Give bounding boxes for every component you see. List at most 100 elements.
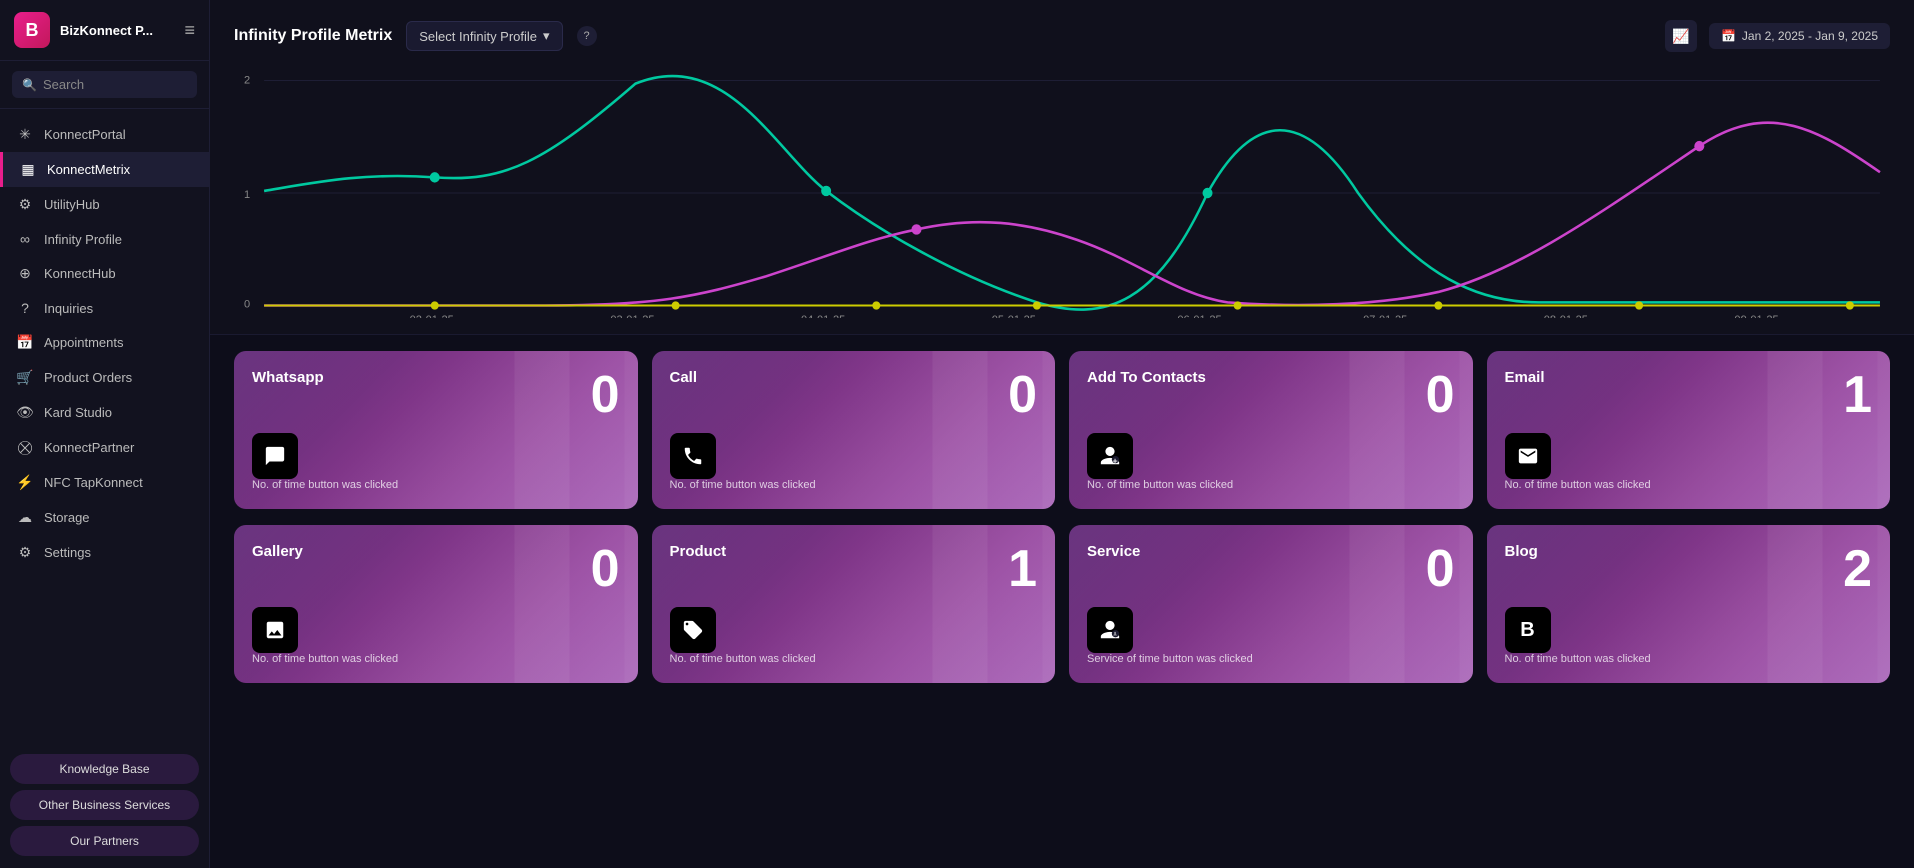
chevron-down-icon: ▾ [543,28,550,44]
date-range-label: Jan 2, 2025 - Jan 9, 2025 [1742,29,1878,43]
svg-text:03-01-25: 03-01-25 [610,314,654,318]
help-icon[interactable]: ? [577,26,597,46]
sidebar-item-konnect-hub[interactable]: ⊕ KonnectHub [0,256,209,291]
app-title: BizKonnect P... [60,23,174,38]
chart-svg: 2 1 0 [234,68,1890,318]
card-count-gallery: 0 [591,543,620,595]
metric-card-add-to-contacts: Add To Contacts 0 No. of time button was… [1069,351,1473,509]
sidebar-item-settings[interactable]: ⚙ Settings [0,535,209,570]
sidebar-item-storage[interactable]: ☁ Storage [0,500,209,535]
nav-icon-storage: ☁ [16,509,34,526]
footer-btn-our-partners[interactable]: Our Partners [10,826,199,856]
date-range-button[interactable]: 📅 Jan 2, 2025 - Jan 9, 2025 [1709,23,1890,49]
nav-icon-konnect-metrix: ▦ [19,161,37,178]
nav-label-konnect-metrix: KonnectMetrix [47,162,130,177]
svg-text:09-01-25: 09-01-25 [1734,314,1778,318]
card-subtitle-blog: No. of time button was clicked [1505,653,1873,665]
card-icon-call [670,433,716,479]
search-container: 🔍 [0,61,209,109]
svg-text:06-01-25: 06-01-25 [1177,314,1221,318]
nav-icon-product-orders: 🛒 [16,369,34,386]
card-count-email: 1 [1843,369,1872,421]
card-icon-add-to-contacts [1087,433,1133,479]
metric-card-call: Call 0 No. of time button was clicked [652,351,1056,509]
footer-btn-other-business-services[interactable]: Other Business Services [10,790,199,820]
sidebar-footer: Knowledge Base Other Business Services Our… [0,746,209,868]
card-subtitle-product: No. of time button was clicked [670,653,1038,665]
card-count-product: 1 [1008,543,1037,595]
card-icon-blog: B [1505,607,1551,653]
card-count-blog: 2 [1843,543,1872,595]
sidebar-nav: ✳ KonnectPortal ▦ KonnectMetrix ⚙ Utilit… [0,109,209,746]
nav-label-utility-hub: UtilityHub [44,197,100,212]
card-subtitle-gallery: No. of time button was clicked [252,653,620,665]
nav-label-konnect-partner: KonnectPartner [44,440,134,455]
chart-type-icon[interactable]: 📈 [1665,20,1697,52]
nav-icon-kard-studio: 👁 [16,404,34,421]
card-label-service: Service [1087,543,1140,560]
svg-text:05-01-25: 05-01-25 [992,314,1036,318]
nav-icon-settings: ⚙ [16,544,34,561]
nav-icon-utility-hub: ⚙ [16,196,34,213]
footer-btn-knowledge-base[interactable]: Knowledge Base [10,754,199,784]
nav-icon-konnect-hub: ⊕ [16,265,34,282]
metric-card-blog: Blog 2 B No. of time button was clicked [1487,525,1891,683]
metric-card-whatsapp: Whatsapp 0 No. of time button was clicke… [234,351,638,509]
select-profile-label: Select Infinity Profile [419,29,537,44]
sidebar-item-konnect-portal[interactable]: ✳ KonnectPortal [0,117,209,152]
nav-label-infinity-profile: Infinity Profile [44,232,122,247]
card-subtitle-email: No. of time button was clicked [1505,479,1873,491]
chart-section: Infinity Profile Metrix Select Infinity … [210,0,1914,335]
card-count-add-to-contacts: 0 [1426,369,1455,421]
sidebar-item-inquiries[interactable]: ? Inquiries [0,291,209,325]
sidebar-item-konnect-partner[interactable]: ⛒ KonnectPartner [0,430,209,465]
metric-card-email: Email 1 No. of time button was clicked [1487,351,1891,509]
nav-label-kard-studio: Kard Studio [44,405,112,420]
sidebar-item-utility-hub[interactable]: ⚙ UtilityHub [0,187,209,222]
nav-icon-konnect-partner: ⛒ [16,439,34,456]
metric-cards-row2: Gallery 0 No. of time button was clicked… [210,525,1914,699]
select-profile-button[interactable]: Select Infinity Profile ▾ [406,21,562,51]
sidebar-header: B BizKonnect P... ≡ [0,0,209,61]
card-count-service: 0 [1426,543,1455,595]
nav-label-konnect-portal: KonnectPortal [44,127,126,142]
card-icon-email [1505,433,1551,479]
card-label-blog: Blog [1505,543,1538,560]
card-count-whatsapp: 0 [591,369,620,421]
chart-controls: 📈 📅 Jan 2, 2025 - Jan 9, 2025 [1665,20,1890,52]
card-label-call: Call [670,369,698,386]
svg-text:1: 1 [244,189,250,201]
svg-text:02-01-25: 02-01-25 [410,314,454,318]
chart-wrapper: 2 1 0 [234,68,1890,318]
card-label-gallery: Gallery [252,543,303,560]
svg-text:0: 0 [244,298,250,310]
search-input[interactable] [43,77,187,92]
card-icon-whatsapp [252,433,298,479]
sidebar-item-konnect-metrix[interactable]: ▦ KonnectMetrix [0,152,209,187]
nav-icon-inquiries: ? [16,300,34,316]
card-label-add-to-contacts: Add To Contacts [1087,369,1206,386]
nav-icon-appointments: 📅 [16,334,34,351]
sidebar-item-product-orders[interactable]: 🛒 Product Orders [0,360,209,395]
chart-title: Infinity Profile Metrix [234,27,392,45]
svg-text:04-01-25: 04-01-25 [801,314,845,318]
hamburger-menu-icon[interactable]: ≡ [184,20,195,41]
nav-icon-konnect-portal: ✳ [16,126,34,143]
card-subtitle-add-to-contacts: No. of time button was clicked [1087,479,1455,491]
card-label-product: Product [670,543,727,560]
sidebar-item-nfc-tapkonnect[interactable]: ⚡ NFC TapKonnect [0,465,209,500]
card-icon-service [1087,607,1133,653]
nav-label-inquiries: Inquiries [44,301,93,316]
sidebar-item-infinity-profile[interactable]: ∞ Infinity Profile [0,222,209,256]
card-subtitle-call: No. of time button was clicked [670,479,1038,491]
sidebar-item-kard-studio[interactable]: 👁 Kard Studio [0,395,209,430]
svg-text:08-01-25: 08-01-25 [1544,314,1588,318]
nav-label-storage: Storage [44,510,90,525]
nav-icon-nfc-tapkonnect: ⚡ [16,474,34,491]
card-icon-gallery [252,607,298,653]
svg-text:2: 2 [244,74,250,86]
metric-card-gallery: Gallery 0 No. of time button was clicked [234,525,638,683]
metric-card-product: Product 1 No. of time button was clicked [652,525,1056,683]
sidebar-item-appointments[interactable]: 📅 Appointments [0,325,209,360]
search-wrapper: 🔍 [12,71,197,98]
